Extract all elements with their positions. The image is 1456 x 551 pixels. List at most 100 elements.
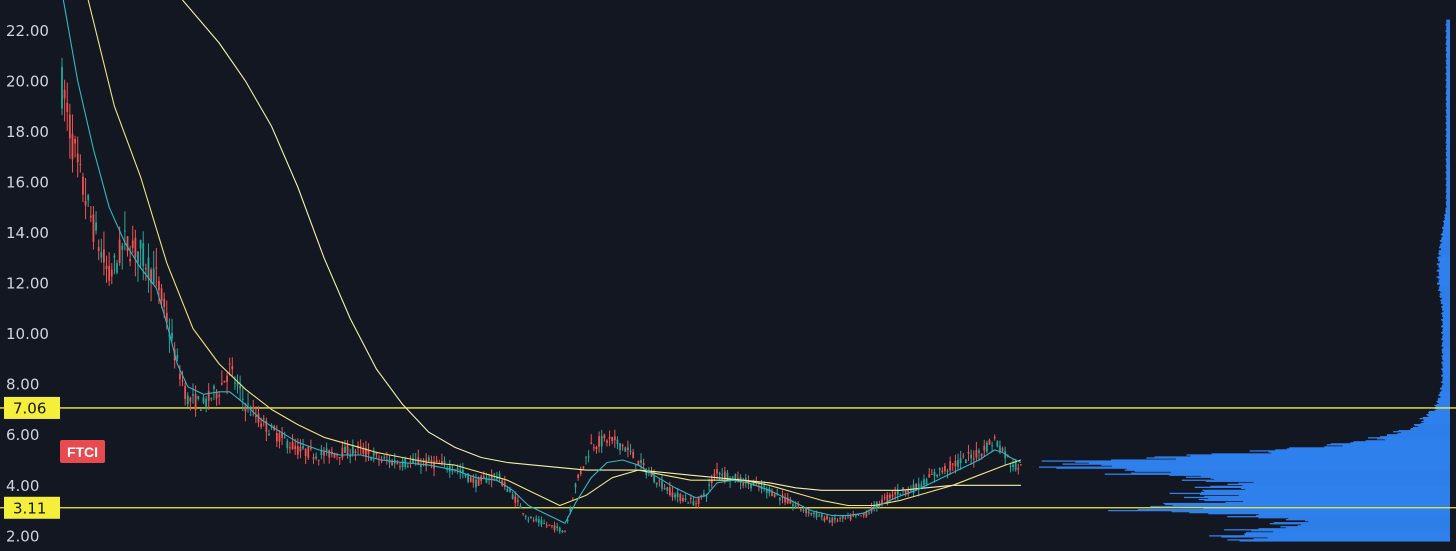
candle-body [949, 461, 952, 471]
candle-body [595, 447, 598, 450]
candle-body [304, 449, 307, 456]
candle-body [606, 440, 608, 443]
candle-body [530, 516, 532, 518]
candle-body [545, 524, 548, 526]
candle-body [427, 457, 430, 462]
candle-body [351, 446, 354, 454]
candle-body [202, 397, 205, 403]
candle-body [399, 466, 401, 468]
candle-body [561, 530, 564, 533]
candle-body [980, 453, 983, 457]
candle-body [810, 513, 813, 515]
candle-body [328, 450, 331, 458]
chart-canvas[interactable]: 22.00 20.00 18.00 16.00 14.00 12.00 10.00 8.00 6… [0, 0, 1456, 551]
candle-body [996, 441, 999, 447]
candle-body [383, 457, 386, 459]
candle-body [985, 442, 988, 452]
candle-body [100, 251, 103, 258]
candle-body [543, 522, 545, 524]
candle-body [129, 258, 132, 262]
y-tick-label: 22.00 [6, 22, 49, 40]
candle-body [205, 398, 207, 407]
candlestick-series [61, 57, 1022, 534]
candle-body [674, 494, 676, 498]
candle-body [967, 451, 970, 454]
candle-body [640, 459, 642, 463]
candle-body [742, 483, 745, 486]
candle-body [286, 440, 289, 449]
candle-body [553, 525, 556, 531]
candle-body [689, 497, 692, 500]
candle-body [731, 476, 734, 478]
candle-body [299, 446, 302, 452]
candle-body [244, 406, 247, 412]
candle-body [763, 485, 766, 487]
candle-body [79, 163, 82, 165]
candle-body [613, 436, 616, 441]
candle-body [883, 497, 886, 499]
candle-body [142, 243, 145, 267]
candle-body [585, 456, 587, 458]
candle-body [658, 480, 661, 482]
candle-body [975, 449, 978, 458]
candle-body [475, 479, 477, 488]
candle-body [144, 268, 147, 270]
candle-body [66, 102, 69, 112]
candle-body [679, 494, 682, 501]
candle-body [158, 281, 160, 291]
candle-body [71, 133, 74, 160]
candle-body [616, 439, 619, 445]
level-label: 3.11 [13, 499, 46, 517]
candle-body [1009, 465, 1012, 467]
candle-body [663, 487, 666, 490]
candle-body [283, 437, 286, 439]
candle-body [684, 498, 687, 501]
candle-body [668, 487, 671, 496]
candle-body [84, 200, 87, 206]
candle-body [472, 478, 475, 483]
y-tick-label: 6.00 [6, 426, 39, 444]
candle-body [941, 470, 944, 473]
candle-body [807, 511, 810, 514]
candle-body [624, 447, 627, 452]
candle-body [312, 457, 315, 460]
candle-body [923, 479, 925, 485]
candle-body [409, 461, 412, 463]
candle-body [695, 503, 697, 505]
candle-body [118, 239, 121, 263]
candle-body [723, 471, 726, 478]
candle-body [925, 479, 928, 485]
candle-body [443, 460, 446, 463]
candle-body [152, 268, 155, 285]
candle-body [325, 448, 328, 451]
candle-body [993, 436, 996, 439]
candle-body [928, 474, 931, 478]
candle-body [946, 470, 949, 472]
candle-body [97, 247, 100, 251]
candle-body [220, 383, 223, 385]
candle-body [310, 447, 312, 449]
candle-body [608, 436, 611, 439]
candle-body [611, 436, 614, 441]
candle-body [889, 494, 891, 499]
candle-body [160, 288, 163, 301]
level-labels: 7.06 3.11 [4, 396, 60, 519]
price-chart[interactable]: 22.00 20.00 18.00 16.00 14.00 12.00 10.00 8.00 6… [0, 0, 1456, 551]
candle-body [231, 366, 234, 370]
candle-body [396, 463, 399, 465]
candle-body [535, 518, 538, 521]
candle-body [556, 526, 559, 529]
candle-body [184, 386, 187, 399]
candle-body [708, 484, 711, 486]
candle-body [268, 433, 270, 436]
candle-body [139, 240, 142, 249]
candle-body [103, 249, 105, 263]
candle-body [516, 500, 519, 502]
candle-body [891, 494, 894, 497]
candle-body [278, 433, 281, 442]
candle-body [692, 501, 695, 506]
candle-body [249, 414, 252, 416]
candle-body [836, 520, 839, 522]
candle-body [844, 517, 847, 519]
candle-body [799, 509, 802, 511]
